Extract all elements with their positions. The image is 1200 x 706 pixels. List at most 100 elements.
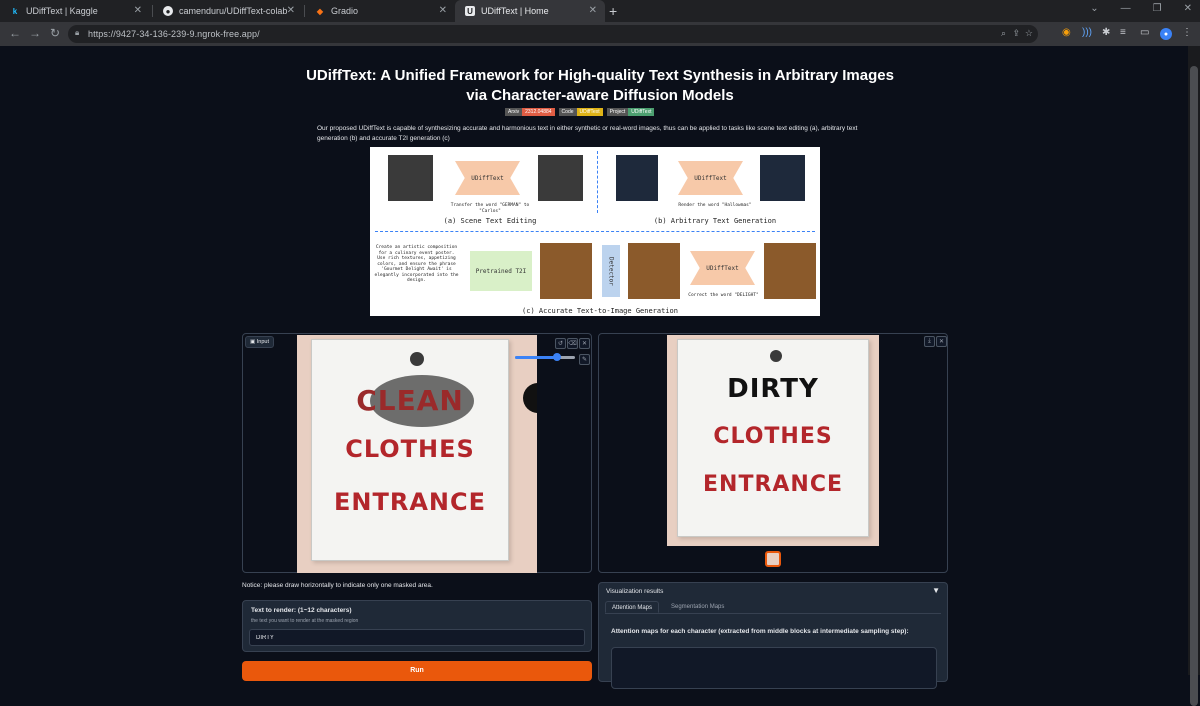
tab-github[interactable]: ● camenduru/UDiffText-colab ✕ (153, 0, 303, 22)
method-figure: UDiffText Transfer the word "GERMAN" to … (370, 147, 820, 316)
tab-label: UDiffText | Home (481, 6, 549, 16)
visualization-accordion: Visualization results ▼ Attention Maps S… (598, 582, 948, 689)
input-image-panel[interactable]: ▣ Input CLEAN CLOTHES ENTRANCE ↺ ⌫ ✕ ✎ (242, 333, 592, 573)
input-label: ▣ Input (245, 336, 274, 348)
bookmark-star-icon[interactable]: ☆ (1025, 28, 1033, 39)
tab-label: camenduru/UDiffText-colab (179, 6, 288, 16)
close-icon[interactable]: ✕ (589, 5, 597, 16)
prompt-c: Create an artistic composition for a cul… (374, 245, 459, 283)
sign-word: ENTRANCE (703, 472, 843, 497)
avatar[interactable]: ● (1160, 28, 1172, 40)
puzzle-icon[interactable]: ✱ (1102, 27, 1110, 38)
browser-tab-bar: k UDiffText | Kaggle ✕ ● camenduru/UDiff… (0, 0, 1200, 22)
url-text[interactable]: https://9427-34-136-239-9.ngrok-free.app… (88, 29, 260, 39)
divider (597, 151, 598, 213)
page-title: UDiffText: A Unified Framework for High-… (306, 67, 894, 104)
tab-label: Gradio (331, 6, 359, 16)
udifftext-box: UDiffText (455, 161, 520, 195)
reload-icon[interactable]: ↻ (50, 26, 60, 40)
run-button[interactable]: Run (242, 661, 592, 681)
collapse-icon[interactable]: ▼ (932, 586, 940, 595)
sign-hole (410, 352, 424, 366)
sign-word: DIRTY (727, 374, 819, 404)
text-to-render-block: Text to render: (1~12 characters) the te… (242, 600, 592, 652)
minimize-icon[interactable]: — (1121, 3, 1131, 14)
sign-word: CLOTHES (713, 424, 833, 449)
scrollbar-thumb[interactable] (1190, 66, 1198, 706)
sign-word: CLOTHES (345, 435, 475, 463)
gallery-thumbnail[interactable] (765, 551, 781, 567)
halloween-edited-image (760, 155, 805, 201)
gourmet-image (540, 243, 592, 299)
code-badge[interactable]: Code UDiffText (558, 108, 603, 116)
close-icon[interactable]: ✕ (579, 338, 590, 349)
close-icon[interactable]: ✕ (134, 5, 142, 16)
close-window-icon[interactable]: ✕ (1184, 3, 1192, 14)
note-c: Correct the word "DELIGHT" (688, 293, 759, 298)
sign-word: CLEAN (356, 384, 464, 417)
lock-icon: 🔒︎ (75, 28, 80, 37)
notice-text: Notice: please draw horizontally to indi… (242, 582, 433, 589)
omnibox[interactable]: 🔒︎ https://9427-34-136-239-9.ngrok-free.… (68, 25, 1038, 43)
page-description: Our proposed UDiffText is capable of syn… (317, 125, 858, 142)
reading-list-icon[interactable]: ≡ (1120, 27, 1126, 38)
caption-a: (a) Scene Text Editing (443, 217, 537, 225)
book-cover-edited-image (538, 155, 583, 201)
arxiv-badge[interactable]: Arxiv 2312.04884 (505, 108, 555, 116)
udifftext-icon: U (465, 6, 475, 16)
gradio-icon: ◆ (316, 6, 324, 16)
sign: CLEAN CLOTHES ENTRANCE (311, 339, 509, 561)
attention-maps-gallery (611, 647, 937, 689)
text-to-render-input[interactable] (249, 629, 585, 646)
close-icon[interactable]: ✕ (936, 336, 947, 347)
note-b: Render the word "Hallowmas" (678, 203, 752, 208)
kaggle-icon: k (12, 6, 18, 16)
output-image[interactable]: DIRTY CLOTHES ENTRANCE (667, 335, 879, 546)
undo-icon[interactable]: ↺ (555, 338, 566, 349)
brush-cursor (523, 383, 537, 413)
extension-icon[interactable]: ◉ (1062, 27, 1071, 38)
note-a: Transfer the word "GERMAN" to "Carlos" (450, 203, 530, 214)
tab-search-icon[interactable]: ⌄ (1090, 3, 1098, 14)
zoom-icon[interactable]: ⌕ (1001, 28, 1006, 39)
tab-segmentation-maps[interactable]: Segmentation Maps (665, 601, 730, 613)
slider-handle[interactable] (553, 353, 561, 361)
window-controls: ⌄ — ❐ ✕ (1090, 3, 1192, 14)
badge-row: Arxiv 2312.04884 Code UDiffText Project … (505, 108, 655, 116)
caption-b: (b) Arbitrary Text Generation (653, 217, 777, 225)
back-icon[interactable]: ← (9, 26, 21, 40)
sign-word: ENTRANCE (334, 488, 486, 516)
pretrained-box: Pretrained T2I (470, 251, 532, 291)
brush-size-slider[interactable] (515, 353, 575, 361)
tab-attention-maps[interactable]: Attention Maps (605, 601, 660, 613)
forward-icon[interactable]: → (29, 26, 41, 40)
udifftext-box: UDiffText (690, 251, 755, 285)
close-icon[interactable]: ✕ (287, 5, 295, 16)
menu-icon[interactable]: ⋮ (1182, 27, 1192, 38)
gourmet-detected-image (628, 243, 680, 299)
page-scrollbar[interactable] (1188, 46, 1200, 706)
tab-kaggle[interactable]: k UDiffText | Kaggle ✕ (0, 0, 150, 22)
tab-udifftext-home[interactable]: U UDiffText | Home ✕ (455, 0, 605, 22)
restore-icon[interactable]: ❐ (1153, 3, 1162, 14)
sidepanel-icon[interactable]: ▭ (1140, 27, 1149, 38)
detector-box: Detector (602, 245, 620, 297)
caption-c: (c) Accurate Text-to-Image Generation (522, 307, 678, 315)
brush-icon[interactable]: ✎ (579, 354, 590, 365)
project-badge[interactable]: Project UDiffText (606, 108, 655, 116)
audio-icon[interactable]: ))) (1082, 27, 1092, 38)
download-icon[interactable]: ⤓ (924, 336, 935, 347)
gourmet-corrected-image (764, 243, 816, 299)
address-bar-row: ← → ↻ 🔒︎ https://9427-34-136-239-9.ngrok… (0, 22, 1200, 46)
visualization-title[interactable]: Visualization results (606, 588, 663, 595)
input-image[interactable]: CLEAN CLOTHES ENTRANCE (297, 335, 537, 573)
tab-gradio[interactable]: ◆ Gradio ✕ (305, 0, 455, 22)
halloween-image (616, 155, 658, 201)
close-icon[interactable]: ✕ (439, 5, 447, 16)
clear-icon[interactable]: ⌫ (567, 338, 578, 349)
tab-label: UDiffText | Kaggle (26, 6, 98, 16)
new-tab-button[interactable]: + (609, 3, 617, 19)
share-icon[interactable]: ⇪ (1012, 28, 1020, 39)
book-cover-image (388, 155, 433, 201)
slider-fill (515, 356, 557, 359)
